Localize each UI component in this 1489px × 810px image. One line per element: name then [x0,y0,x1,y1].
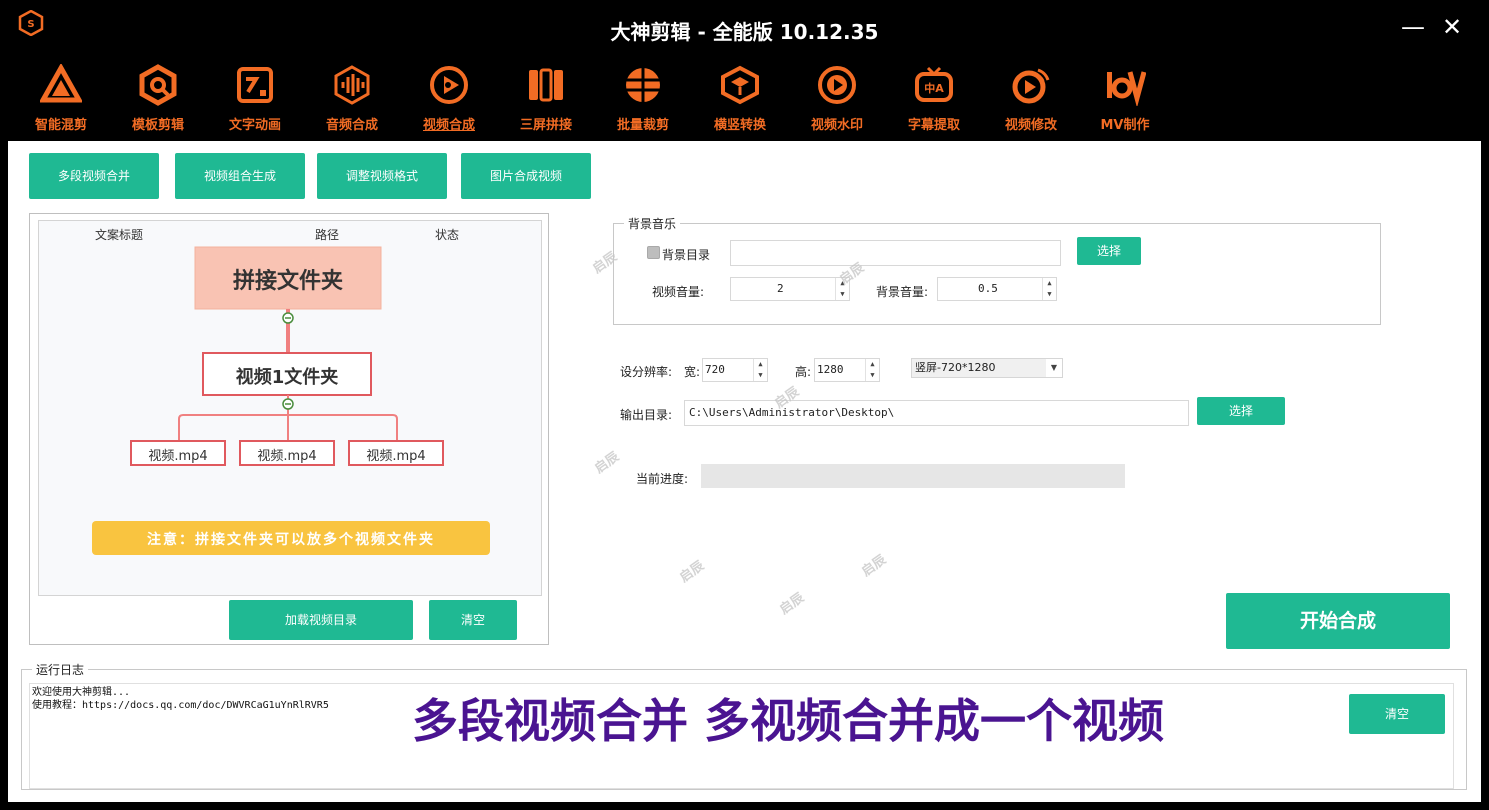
spin-arrows-icon[interactable]: ▲ ▼ [753,359,767,381]
bg-dir-select-button[interactable]: 选择 [1077,237,1141,265]
tab-image-to-video[interactable]: 图片合成视频 [461,153,591,199]
bg-volume-value: 0.5 [978,282,998,295]
split-screen-icon [529,68,563,102]
window-title: 大神剪辑 - 全能版 10.12.35 [610,20,879,44]
tool-batch-crop[interactable]: 批量裁剪 [598,64,688,136]
output-dir-label: 输出目录: [620,408,673,422]
watermark-text: 启辰 [777,590,808,618]
tab-adjust-format[interactable]: 调整视频格式 [317,153,447,199]
output-dir-select-button[interactable]: 选择 [1197,397,1285,425]
guide-file: 视频.mp4 [366,449,426,464]
tool-audio-compose[interactable]: 音频合成 [307,64,397,136]
tool-triple-split[interactable]: 三屏拼接 [501,64,591,136]
file-list-panel: 文案标题 路径 状态 拼接文件夹 视频1文件夹 视频.mp4 视频.mp4 视频… [29,213,549,645]
tool-text-animation[interactable]: 文字动画 [210,64,300,136]
clear-log-button[interactable]: 清空 [1349,694,1445,734]
tool-label: 视频水印 [810,118,863,133]
progress-bar [701,464,1125,488]
guide-file: 视频.mp4 [257,449,317,464]
chevron-down-icon[interactable]: ▼ [1046,359,1062,377]
bg-dir-input[interactable] [730,240,1061,266]
rotate-cube-icon [721,65,759,105]
resolution-preset-value: 竖屏-720*1280 [915,361,996,374]
mv-text-icon [1107,71,1146,106]
text-frame-icon [237,67,273,103]
bg-dir-checkbox[interactable] [647,246,660,259]
video-volume-value: 2 [777,282,784,295]
main-panel: 多段视频合并 视频组合生成 调整视频格式 图片合成视频 文案标题 路径 状态 拼… [8,141,1481,802]
output-dir-input[interactable]: C:\Users\Administrator\Desktop\ [684,400,1189,426]
tool-orientation-convert[interactable]: 横竖转换 [695,64,785,136]
watermark-text: 启辰 [677,558,708,586]
waveform-hexagon-icon [334,65,370,105]
video-volume-label: 视频音量: [652,285,705,299]
tool-subtitle-extract[interactable]: 中A 字幕提取 [889,64,979,136]
tool-label: 文字动画 [228,118,281,133]
spin-arrows-icon[interactable]: ▲ ▼ [1042,278,1056,300]
triangle-logo-icon [40,64,82,103]
resolution-preset-select[interactable]: 竖屏-720*1280 ▼ [911,358,1063,378]
bg-music-group: 背景音乐 [613,215,1381,325]
tool-video-watermark[interactable]: 视频水印 [792,64,882,136]
tool-label: 三屏拼接 [519,118,572,133]
height-label: 高: [795,365,812,379]
tool-label: 视频合成 [422,118,475,133]
tool-label: 横竖转换 [713,118,766,133]
width-label: 宽: [684,365,701,379]
clear-list-button[interactable]: 清空 [429,600,517,640]
guide-note: 注意：拼接文件夹可以放多个视频文件夹 [147,532,435,548]
tool-label: 视频修改 [1004,118,1057,133]
tool-label: 模板剪辑 [131,118,184,133]
height-value: 1280 [817,363,844,376]
progress-label: 当前进度: [636,472,689,486]
group-title: 运行日志 [32,661,89,678]
video-volume-stepper[interactable]: 2 ▲ ▼ [730,277,850,301]
tool-label: MV制作 [1100,118,1150,133]
width-stepper[interactable]: 720 ▲ ▼ [702,358,768,382]
watermark-text: 启辰 [859,552,890,580]
spin-arrows-icon[interactable]: ▲ ▼ [865,359,879,381]
hexagon-q-icon [139,64,177,106]
watermark-play-icon [818,66,856,104]
tool-video-compose[interactable]: 视频合成 [404,64,494,136]
play-circle-icon [430,66,468,104]
start-compose-button[interactable]: 开始合成 [1226,593,1450,649]
guide-top-folder: 拼接文件夹 [232,269,343,294]
resolution-label: 设分辨率: [620,365,673,379]
subtitle-tv-icon: 中A [915,66,953,102]
guide-file: 视频.mp4 [148,449,208,464]
tool-mv-make[interactable]: MV制作 [1080,64,1170,136]
crop-globe-icon [626,68,660,102]
caption-overlay: 多段视频合并 多视频合并成一个视频 [412,694,1165,748]
minimize-button[interactable]: — [1398,12,1428,42]
tool-smart-mix[interactable]: 智能混剪 [16,64,106,136]
watermark-text: 启辰 [592,449,623,477]
bg-dir-label: 背景目录 [662,248,711,262]
tool-label: 智能混剪 [34,118,87,133]
feature-toolbar: 智能混剪 模板剪辑 文字动画 音频合成 视频合成 三屏拼接 批量裁剪 横竖转换 … [0,58,1489,141]
width-value: 720 [705,363,725,376]
title-bar: S 大神剪辑 - 全能版 10.12.35 — ✕ [0,0,1489,58]
load-video-dir-button[interactable]: 加载视频目录 [229,600,413,640]
tool-template-edit[interactable]: 模板剪辑 [113,64,203,136]
tool-label: 音频合成 [325,118,378,133]
tool-label: 批量裁剪 [616,118,669,133]
guide-sub-folder: 视频1文件夹 [235,367,339,388]
tab-video-combo[interactable]: 视频组合生成 [175,153,305,199]
group-title: 背景音乐 [624,215,681,232]
tab-multi-video-merge[interactable]: 多段视频合并 [29,153,159,199]
height-stepper[interactable]: 1280 ▲ ▼ [814,358,880,382]
bg-volume-stepper[interactable]: 0.5 ▲ ▼ [937,277,1057,301]
file-list[interactable]: 文案标题 路径 状态 拼接文件夹 视频1文件夹 视频.mp4 视频.mp4 视频… [38,220,542,596]
close-button[interactable]: ✕ [1437,12,1467,42]
bg-volume-label: 背景音量: [876,285,929,299]
svg-text:中A: 中A [924,81,944,95]
video-edit-icon [1012,68,1050,104]
tool-label: 字幕提取 [907,118,960,133]
tool-video-modify[interactable]: 视频修改 [986,64,1076,136]
